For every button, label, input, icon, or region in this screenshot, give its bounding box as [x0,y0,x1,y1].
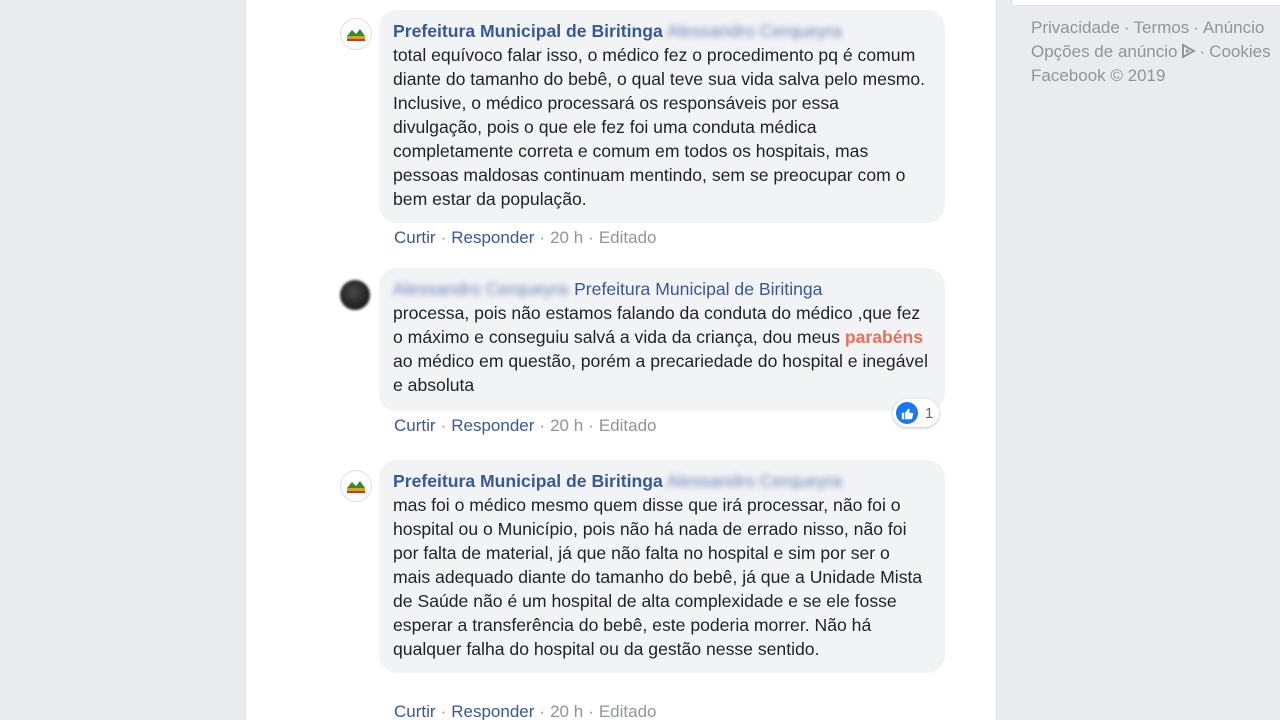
right-rail: Privacidade · Termos · Anúncio Opções de anú… [1013,0,1280,720]
comment-bubble: Prefeitura Municipal de Biritinga Alessan… [379,460,945,673]
mention-link[interactable]: Prefeitura Municipal de Biritinga [574,279,822,299]
like-link[interactable]: Curtir [394,702,436,720]
timestamp[interactable]: 20 h [550,228,583,247]
left-gutter [0,0,245,720]
mention-link[interactable]: Alessandro Cerqueyra [667,21,842,41]
comment-actions: Curtir · Responder · 20 h · Editado [394,228,657,247]
comment-bubble: Prefeitura Municipal de Biritinga Alessan… [379,10,945,223]
comment-author-link[interactable]: Prefeitura Municipal de Biritinga [393,471,663,491]
edited-label[interactable]: Editado [599,228,657,247]
biritinga-logo-icon [341,19,371,49]
timestamp[interactable]: 20 h [550,702,583,720]
comment-actions: Curtir · Responder · 20 h · Editado [394,416,657,435]
footer-link-cookies[interactable]: Cookies [1209,42,1270,61]
reaction-count: 1 [925,404,934,422]
reply-link[interactable]: Responder [451,228,534,247]
footer-link-ad-choices[interactable]: Opções de anúncio [1031,42,1178,61]
mention-link[interactable]: Alessandro Cerqueyra [667,471,842,491]
comment-actions: Curtir · Responder · 20 h · Editado [394,702,657,720]
footer-copyright: Facebook © 2019 [1031,66,1166,85]
comment-text: total equívoco falar isso, o médico fez … [393,45,926,209]
user-avatar[interactable] [340,280,370,310]
page-avatar[interactable] [340,18,372,50]
biritinga-logo-icon [341,471,371,501]
edited-label[interactable]: Editado [599,416,657,435]
comment-author-link[interactable]: Alessandro Cerqueyra [393,279,568,299]
comment-text: mas foi o médico mesmo quem disse que ir… [393,495,923,659]
footer-link-privacy[interactable]: Privacidade [1031,18,1120,37]
comment-author-link[interactable]: Prefeitura Municipal de Biritinga [393,21,663,41]
edited-label[interactable]: Editado [599,702,657,720]
timestamp[interactable]: 20 h [550,416,583,435]
comment-bubble: Alessandro Cerqueyra Prefeitura Municipal… [379,268,945,411]
reply-link[interactable]: Responder [451,416,534,435]
footer-link-terms[interactable]: Termos [1134,18,1190,37]
rail-card-edge [1013,0,1280,6]
ad-choices-icon[interactable] [1180,43,1196,59]
page-avatar[interactable] [340,470,372,502]
like-link[interactable]: Curtir [394,416,436,435]
comment-text-start: processa, pois não estamos falando da co… [393,303,921,347]
reaction-summary[interactable]: 1 [893,399,940,427]
like-reaction-icon [896,402,918,424]
comment-text-end: ao médico em questão, porém a precarieda… [393,351,928,395]
comments-panel: Prefeitura Municipal de Biritinga Alessan… [245,0,997,720]
reply-link[interactable]: Responder [451,702,534,720]
footer-link-ads[interactable]: Anúncio [1203,18,1264,37]
highlighted-word: parabéns [844,327,924,347]
footer-links: Privacidade · Termos · Anúncio Opções de anú… [1031,18,1271,85]
like-link[interactable]: Curtir [394,228,436,247]
